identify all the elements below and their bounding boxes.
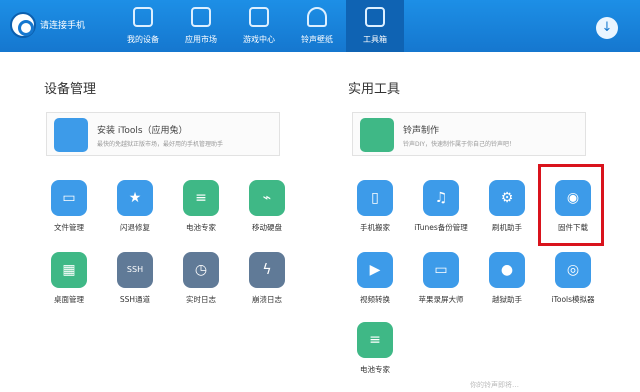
tool-label: iTools模拟器 bbox=[551, 295, 595, 304]
tool-label: 苹果录屏大师 bbox=[418, 295, 464, 304]
tool-battery-expert-2[interactable]: ≡ 电池专家 bbox=[344, 322, 406, 378]
tool-label: 刷机助手 bbox=[492, 223, 522, 232]
log-clock-icon: ◷ bbox=[183, 252, 219, 288]
phone-transfer-icon: ▯ bbox=[357, 180, 393, 216]
ringtone-maker-banner[interactable]: 铃声制作 铃声DIY，快速制作属于你自己的铃声吧！ bbox=[352, 112, 586, 156]
tool-label: 越狱助手 bbox=[492, 295, 522, 304]
tool-screen-recorder[interactable]: ▭ 苹果录屏大师 bbox=[410, 252, 472, 308]
tool-realtime-log[interactable]: ◷ 实时日志 bbox=[170, 252, 232, 308]
download-icon[interactable]: ↓ bbox=[596, 17, 618, 39]
tool-ssh-channel[interactable]: SSH SSH通道 bbox=[104, 252, 166, 308]
tab-ringtone-wallpaper[interactable]: 铃声壁纸 bbox=[288, 0, 346, 52]
video-convert-icon: ▶ bbox=[357, 252, 393, 288]
tool-itools-emulator[interactable]: ◎ iTools模拟器 bbox=[542, 252, 604, 308]
tab-label: 应用市场 bbox=[185, 35, 217, 44]
tool-desktop-manager[interactable]: ▦ 桌面管理 bbox=[38, 252, 100, 308]
highlight-box bbox=[538, 164, 604, 246]
tool-video-convert[interactable]: ▶ 视频转换 bbox=[344, 252, 406, 308]
tool-label: 视频转换 bbox=[360, 295, 390, 304]
tool-itunes-backup[interactable]: ♫ iTunes备份管理 bbox=[410, 180, 472, 236]
device-mgmt-title: 设备管理 bbox=[44, 82, 97, 97]
desktop-grid-icon: ▦ bbox=[51, 252, 87, 288]
tool-label: 文件管理 bbox=[54, 223, 84, 232]
tab-toolbox[interactable]: 工具箱 bbox=[346, 0, 404, 52]
tab-label: 游戏中心 bbox=[243, 35, 275, 44]
usb-drive-icon: ⌁ bbox=[249, 180, 285, 216]
folder-icon: ▭ bbox=[51, 180, 87, 216]
tab-my-device[interactable]: 我的设备 bbox=[114, 0, 172, 52]
tab-label: 工具箱 bbox=[363, 35, 387, 44]
tool-label: 手机搬家 bbox=[360, 223, 390, 232]
tool-label: 实时日志 bbox=[186, 295, 216, 304]
banner-description: 最快的免越狱正版市场，最好用的手机管理助手 bbox=[97, 141, 224, 148]
battery-doc-icon: ≡ bbox=[183, 180, 219, 216]
tab-label: 我的设备 bbox=[127, 35, 159, 44]
connect-phone-label[interactable]: 请连接手机 bbox=[40, 18, 85, 31]
tool-label: 桌面管理 bbox=[54, 295, 84, 304]
tab-game-center[interactable]: 游戏中心 bbox=[230, 0, 288, 52]
emulator-icon: ◎ bbox=[555, 252, 591, 288]
top-navigation-bar: 请连接手机 我的设备 应用市场 游戏中心 铃声壁纸 工具箱 ↓ bbox=[0, 0, 640, 52]
tool-label: iTunes备份管理 bbox=[414, 223, 468, 232]
gamepad-icon bbox=[249, 7, 269, 27]
tool-label: 崩溃日志 bbox=[252, 295, 282, 304]
tool-crash-log[interactable]: ϟ 崩溃日志 bbox=[236, 252, 298, 308]
flash-gear-icon: ⚙ bbox=[489, 180, 525, 216]
install-itools-banner[interactable]: 安装 iTools（应用兔） 最快的免越狱正版市场，最好用的手机管理助手 bbox=[46, 112, 280, 156]
banner-title: 铃声制作 bbox=[403, 126, 440, 136]
footer-faded-text: 你的铃声即将… bbox=[470, 381, 519, 389]
tab-app-market[interactable]: 应用市场 bbox=[172, 0, 230, 52]
battery-doc-icon: ≡ bbox=[357, 322, 393, 358]
rabbit-icon bbox=[54, 118, 88, 152]
apps-grid-icon bbox=[191, 7, 211, 27]
ssh-icon: SSH bbox=[117, 252, 153, 288]
tool-label: 电池专家 bbox=[360, 365, 390, 374]
tool-usb-drive[interactable]: ⌁ 移动硬盘 bbox=[236, 180, 298, 236]
tool-flash-assistant[interactable]: ⚙ 刷机助手 bbox=[476, 180, 538, 236]
tool-label: 移动硬盘 bbox=[252, 223, 282, 232]
tool-jailbreak-assistant[interactable]: ● 越狱助手 bbox=[476, 252, 538, 308]
tool-crash-fix[interactable]: ★ 闪退修复 bbox=[104, 180, 166, 236]
screen-record-icon: ▭ bbox=[423, 252, 459, 288]
tool-label: 闪退修复 bbox=[120, 223, 150, 232]
crash-log-icon: ϟ bbox=[249, 252, 285, 288]
banner-description: 铃声DIY，快速制作属于你自己的铃声吧！ bbox=[403, 141, 516, 148]
tool-battery-expert[interactable]: ≡ 电池专家 bbox=[170, 180, 232, 236]
tool-phone-transfer[interactable]: ▯ 手机搬家 bbox=[344, 180, 406, 236]
apple-jailbreak-icon: ● bbox=[489, 252, 525, 288]
toolbox-icon bbox=[365, 7, 385, 27]
music-backup-icon: ♫ bbox=[423, 180, 459, 216]
utilities-title: 实用工具 bbox=[348, 82, 401, 97]
tool-file-manager[interactable]: ▭ 文件管理 bbox=[38, 180, 100, 236]
bell-icon bbox=[360, 118, 394, 152]
tab-label: 铃声壁纸 bbox=[301, 35, 333, 44]
itools-logo-icon bbox=[10, 12, 36, 38]
bell-icon bbox=[307, 7, 327, 27]
tool-label: 电池专家 bbox=[186, 223, 216, 232]
tool-label: SSH通道 bbox=[119, 295, 151, 304]
banner-title: 安装 iTools（应用兔） bbox=[97, 126, 188, 136]
phone-icon bbox=[133, 7, 153, 27]
star-badge-icon: ★ bbox=[117, 180, 153, 216]
